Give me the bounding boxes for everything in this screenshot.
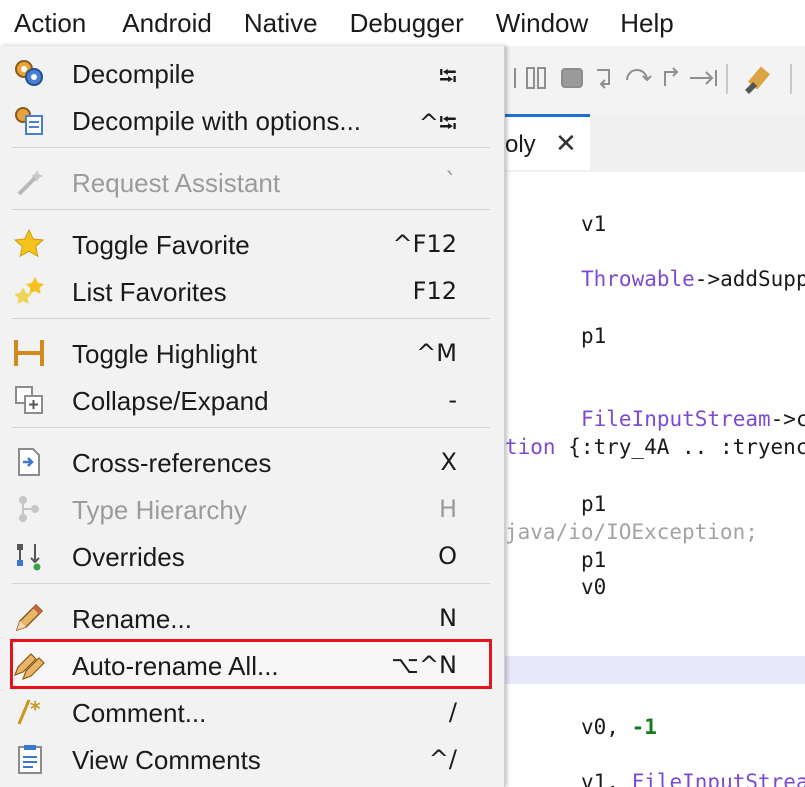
- view-comments-icon: [12, 742, 46, 776]
- code-line: v1, FileInputStrea: [581, 770, 805, 787]
- close-icon[interactable]: ✕: [555, 128, 577, 159]
- toolbar: [505, 46, 805, 115]
- code-line: v0: [581, 575, 607, 599]
- menu-item-label: Decompile: [72, 59, 195, 89]
- menu-item-decompile[interactable]: Decompile ⭾: [0, 50, 505, 96]
- code-line: Throwable->addSupp: [581, 267, 805, 291]
- menu-item-label: Comment...: [72, 698, 207, 728]
- svg-text:*: *: [30, 697, 41, 721]
- menu-action[interactable]: Action: [0, 0, 107, 46]
- menu-item-list-favorites[interactable]: List Favorites F12: [0, 268, 505, 314]
- menu-item-shortcut: F12: [412, 277, 457, 305]
- menu-item-label: Type Hierarchy: [72, 495, 247, 525]
- highlight-icon: [12, 336, 46, 370]
- menu-item-label: Cross-references: [72, 448, 272, 478]
- type-hierarchy-icon: [12, 492, 46, 526]
- decompile-icon: [12, 56, 46, 90]
- pencil-icon: [12, 601, 46, 635]
- menu-item-collapse-expand[interactable]: Collapse/Expand -: [0, 377, 505, 423]
- overrides-icon: [12, 539, 46, 573]
- step-over-icon: [626, 69, 652, 82]
- menu-item-toggle-highlight[interactable]: Toggle Highlight ^M: [0, 330, 505, 376]
- code-line: FileInputStream->c: [581, 407, 805, 431]
- menu-item-shortcut: X: [440, 448, 457, 476]
- menu-bar: Action Android Native Debugger Window He…: [0, 0, 805, 46]
- menu-item-view-comments[interactable]: View Comments ^/: [0, 736, 505, 782]
- menu-item-type-hierarchy: Type Hierarchy H: [0, 486, 505, 532]
- code-line: p1: [581, 548, 607, 572]
- pause-icon: [526, 67, 535, 89]
- menu-debugger[interactable]: Debugger: [334, 0, 480, 46]
- menu-separator: [12, 209, 490, 210]
- step-out-icon: [664, 67, 679, 86]
- pencils-icon: [12, 648, 46, 682]
- menu-item-label: Rename...: [72, 604, 192, 634]
- menu-item-shortcut: N: [439, 604, 457, 632]
- menu-item-rename[interactable]: Rename... N: [0, 595, 505, 641]
- comment-icon: *: [12, 695, 46, 729]
- menu-item-auto-rename-all[interactable]: Auto-rename All... ⌥^N: [0, 642, 505, 688]
- menu-item-shortcut: /: [448, 698, 457, 726]
- code-line: tion {:try_4A .. :tryenc: [505, 435, 805, 459]
- star-icon: [12, 227, 46, 261]
- menu-item-shortcut: ^M: [416, 339, 457, 367]
- cross-references-icon: [12, 445, 46, 479]
- menu-item-label: View Comments: [72, 745, 261, 775]
- menu-item-cross-references[interactable]: Cross-references X: [0, 439, 505, 485]
- menu-item-label: Auto-rename All...: [72, 651, 279, 681]
- menu-separator: [12, 318, 490, 319]
- menu-item-shortcut: -: [448, 386, 457, 414]
- editor-tab-label: oly: [505, 131, 536, 158]
- menu-item-label: Overrides: [72, 542, 185, 572]
- code-line: v0, -1: [581, 715, 657, 739]
- stop-icon: [561, 68, 583, 88]
- action-menu: Decompile ⭾ Decompile with options... ^⭾…: [0, 46, 505, 787]
- brush-icon: [745, 66, 771, 94]
- stars-icon: [12, 274, 46, 308]
- menu-item-shortcut: ⭾: [438, 62, 457, 90]
- menu-item-label: Collapse/Expand: [72, 386, 269, 416]
- menu-window[interactable]: Window: [480, 0, 604, 46]
- menu-separator: [12, 427, 490, 428]
- code-editor[interactable]: v1 Throwable->addSupp p1 FileInputStream…: [505, 172, 805, 787]
- code-line: p1: [581, 492, 607, 516]
- menu-item-toggle-favorite[interactable]: Toggle Favorite ^F12: [0, 221, 505, 267]
- code-line: java/io/IOException;: [505, 520, 758, 544]
- menu-native[interactable]: Native: [228, 0, 334, 46]
- code-line: p1: [581, 324, 607, 348]
- menu-item-shortcut: ⌥^N: [391, 651, 457, 679]
- editor-tab[interactable]: oly ✕: [505, 114, 590, 170]
- menu-item-shortcut: ^⭾: [418, 109, 457, 137]
- menu-item-overrides[interactable]: Overrides O: [0, 533, 505, 579]
- toolbar-icons: [514, 64, 792, 94]
- menu-item-request-assistant: Request Assistant `: [0, 159, 505, 205]
- menu-separator: [12, 583, 490, 584]
- menu-item-label: Request Assistant: [72, 168, 281, 198]
- menu-help[interactable]: Help: [604, 0, 689, 46]
- current-line-highlight: [505, 656, 805, 684]
- menu-item-decompile-with-options[interactable]: Decompile with options... ^⭾: [0, 97, 505, 143]
- menu-item-label: Toggle Highlight: [72, 339, 258, 369]
- run-to-line-icon: [690, 70, 717, 86]
- menu-item-shortcut: H: [438, 495, 457, 523]
- collapse-expand-icon: [12, 383, 46, 417]
- menu-item-label: Toggle Favorite: [72, 230, 250, 260]
- code-line: v1: [581, 212, 607, 236]
- menu-separator: [12, 147, 490, 148]
- menu-item-label: List Favorites: [72, 277, 227, 307]
- editor-tabs: oly ✕: [505, 114, 805, 173]
- menu-android[interactable]: Android: [106, 0, 228, 46]
- step-into-icon: [597, 69, 610, 89]
- menu-item-label: Decompile with options...: [72, 106, 362, 136]
- menu-item-shortcut: `: [445, 168, 457, 196]
- menu-item-shortcut: ^/: [428, 745, 457, 773]
- menu-item-shortcut: O: [438, 542, 457, 570]
- decompile-options-icon: [12, 103, 46, 137]
- wand-icon: [12, 165, 46, 199]
- menu-item-comment[interactable]: * Comment... /: [0, 689, 505, 735]
- menu-item-shortcut: ^F12: [392, 230, 457, 258]
